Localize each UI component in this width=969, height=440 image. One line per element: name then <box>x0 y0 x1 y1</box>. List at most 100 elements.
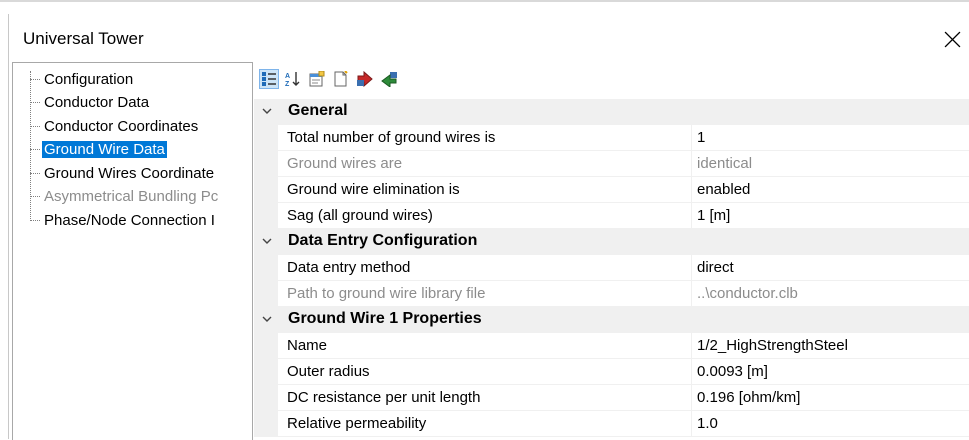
property-row-total-number-of-ground-wires-is[interactable]: Total number of ground wires is 1 <box>254 125 969 151</box>
column-divider <box>691 359 692 385</box>
tree-branch-line <box>30 196 40 197</box>
tree-branch-line <box>30 78 40 80</box>
row-gutter <box>254 281 278 307</box>
row-divider <box>278 436 969 437</box>
property-value[interactable]: direct <box>697 259 734 276</box>
sort-alphabetical-icon: AZ <box>285 71 301 87</box>
property-row-data-entry-method[interactable]: Data entry method direct <box>254 255 969 281</box>
new-document-icon <box>333 71 349 87</box>
chevron-down-icon[interactable] <box>260 233 274 249</box>
property-row-name[interactable]: Name 1/2_HighStrengthSteel <box>254 333 969 359</box>
property-pages-icon <box>309 71 325 87</box>
column-divider <box>691 385 692 411</box>
property-name: Sag (all ground wires) <box>287 207 433 224</box>
category-ground-wire-1-properties[interactable]: Ground Wire 1 Properties <box>254 307 969 333</box>
property-value[interactable]: 1/2_HighStrengthSteel <box>697 337 848 354</box>
column-divider <box>691 333 692 359</box>
property-row-sag-all-ground-wires[interactable]: Sag (all ground wires) 1 [m] <box>254 203 969 229</box>
property-value[interactable]: enabled <box>697 181 750 198</box>
tree-item-label: Conductor Coordinates <box>44 117 199 135</box>
column-divider <box>691 281 692 307</box>
property-value: ..\conductor.clb <box>697 285 798 302</box>
tree-item-conductor-coordinates[interactable]: Conductor Coordinates <box>30 115 200 137</box>
property-value[interactable]: 1 [m] <box>697 207 730 224</box>
property-name: Relative permeability <box>287 415 427 432</box>
category-label: Ground Wire 1 Properties <box>288 310 482 327</box>
property-name: Ground wire elimination is <box>287 181 460 198</box>
tree-branch-line <box>30 172 40 174</box>
chevron-down-icon[interactable] <box>260 311 274 327</box>
tree-item-configuration[interactable]: Configuration <box>30 68 135 90</box>
row-gutter <box>254 333 278 359</box>
property-name: Data entry method <box>287 259 411 276</box>
close-button[interactable] <box>939 27 965 51</box>
property-row-relative-permeability[interactable]: Relative permeability 1.0 <box>254 411 969 437</box>
category-label: General <box>288 102 348 119</box>
property-row-path-to-ground-wire-library-file[interactable]: Path to ground wire library file ..\condu… <box>254 281 969 307</box>
navigation-tree[interactable]: Configuration Conductor Data Conductor Coo… <box>12 62 253 440</box>
property-value[interactable]: 0.196 [ohm/km] <box>697 389 800 406</box>
property-value[interactable]: 1.0 <box>697 415 718 432</box>
tree-item-label: Conductor Data <box>44 94 150 111</box>
property-name: DC resistance per unit length <box>287 389 481 406</box>
category-data-entry-configuration[interactable]: Data Entry Configuration <box>254 229 969 255</box>
new-document-button[interactable] <box>331 69 351 89</box>
row-gutter <box>254 203 278 229</box>
property-row-dc-resistance-per-unit-length[interactable]: DC resistance per unit length 0.196 [ohm/… <box>254 385 969 411</box>
svg-text:Z: Z <box>285 81 290 87</box>
property-name: Outer radius <box>287 363 370 380</box>
tree-item-label: Ground Wire Data <box>42 141 167 158</box>
tree-item-label: Configuration <box>44 70 134 88</box>
property-row-ground-wires-are[interactable]: Ground wires are identical <box>254 151 969 177</box>
tree-item-phase-node-connection-i[interactable]: Phase/Node Connection I <box>30 209 217 231</box>
property-grid-toolbar: AZ <box>254 62 969 97</box>
export-button[interactable] <box>379 69 399 89</box>
row-gutter <box>254 151 278 177</box>
property-value[interactable]: 1 <box>697 129 705 146</box>
property-value: identical <box>697 155 753 172</box>
import-button[interactable] <box>355 69 375 89</box>
top-edge <box>0 0 969 2</box>
category-label: Data Entry Configuration <box>288 232 478 249</box>
column-divider <box>691 203 692 229</box>
tree-item-label: Ground Wires Coordinate <box>44 164 215 182</box>
property-grid: AZ General Total number of ground wires i… <box>254 62 969 439</box>
property-rows: General Total number of ground wires is 1 G… <box>254 99 969 437</box>
category-general[interactable]: General <box>254 99 969 125</box>
column-divider <box>691 255 692 281</box>
row-gutter <box>254 385 278 411</box>
column-divider <box>691 151 692 177</box>
tree-item-conductor-data[interactable]: Conductor Data <box>30 92 151 114</box>
column-divider <box>691 125 692 151</box>
property-name: Total number of ground wires is <box>287 129 496 146</box>
import-icon <box>357 71 373 87</box>
column-divider <box>691 411 692 437</box>
close-icon <box>944 31 960 47</box>
tree-branch-line <box>30 125 40 127</box>
row-gutter <box>254 177 278 203</box>
property-name: Path to ground wire library file <box>287 285 486 302</box>
chevron-down-icon[interactable] <box>260 103 274 119</box>
title-bar: Universal Tower <box>9 14 969 62</box>
property-pages-button[interactable] <box>307 69 327 89</box>
export-icon <box>381 71 397 87</box>
sort-alphabetical-button[interactable]: AZ <box>283 69 303 89</box>
property-name: Name <box>287 337 328 354</box>
property-name: Ground wires are <box>287 155 403 172</box>
row-gutter <box>254 125 278 151</box>
tree-item-ground-wires-coordinate[interactable]: Ground Wires Coordinate <box>30 162 216 184</box>
property-row-ground-wire-elimination-is[interactable]: Ground wire elimination is enabled <box>254 177 969 203</box>
tree-item-label: Phase/Node Connection I <box>44 211 215 229</box>
tree-branch-line <box>30 102 40 103</box>
categorized-icon <box>261 71 277 87</box>
tree-branch-line <box>30 149 40 150</box>
row-gutter <box>254 255 278 281</box>
window-title: Universal Tower <box>23 29 144 48</box>
svg-text:A: A <box>285 73 290 80</box>
row-gutter <box>254 411 278 437</box>
property-value[interactable]: 0.0093 [m] <box>697 363 768 380</box>
tree-branch-line <box>30 219 40 221</box>
categorized-button[interactable] <box>259 69 279 89</box>
tree-item-ground-wire-data[interactable]: Ground Wire Data <box>30 139 167 161</box>
property-row-outer-radius[interactable]: Outer radius 0.0093 [m] <box>254 359 969 385</box>
